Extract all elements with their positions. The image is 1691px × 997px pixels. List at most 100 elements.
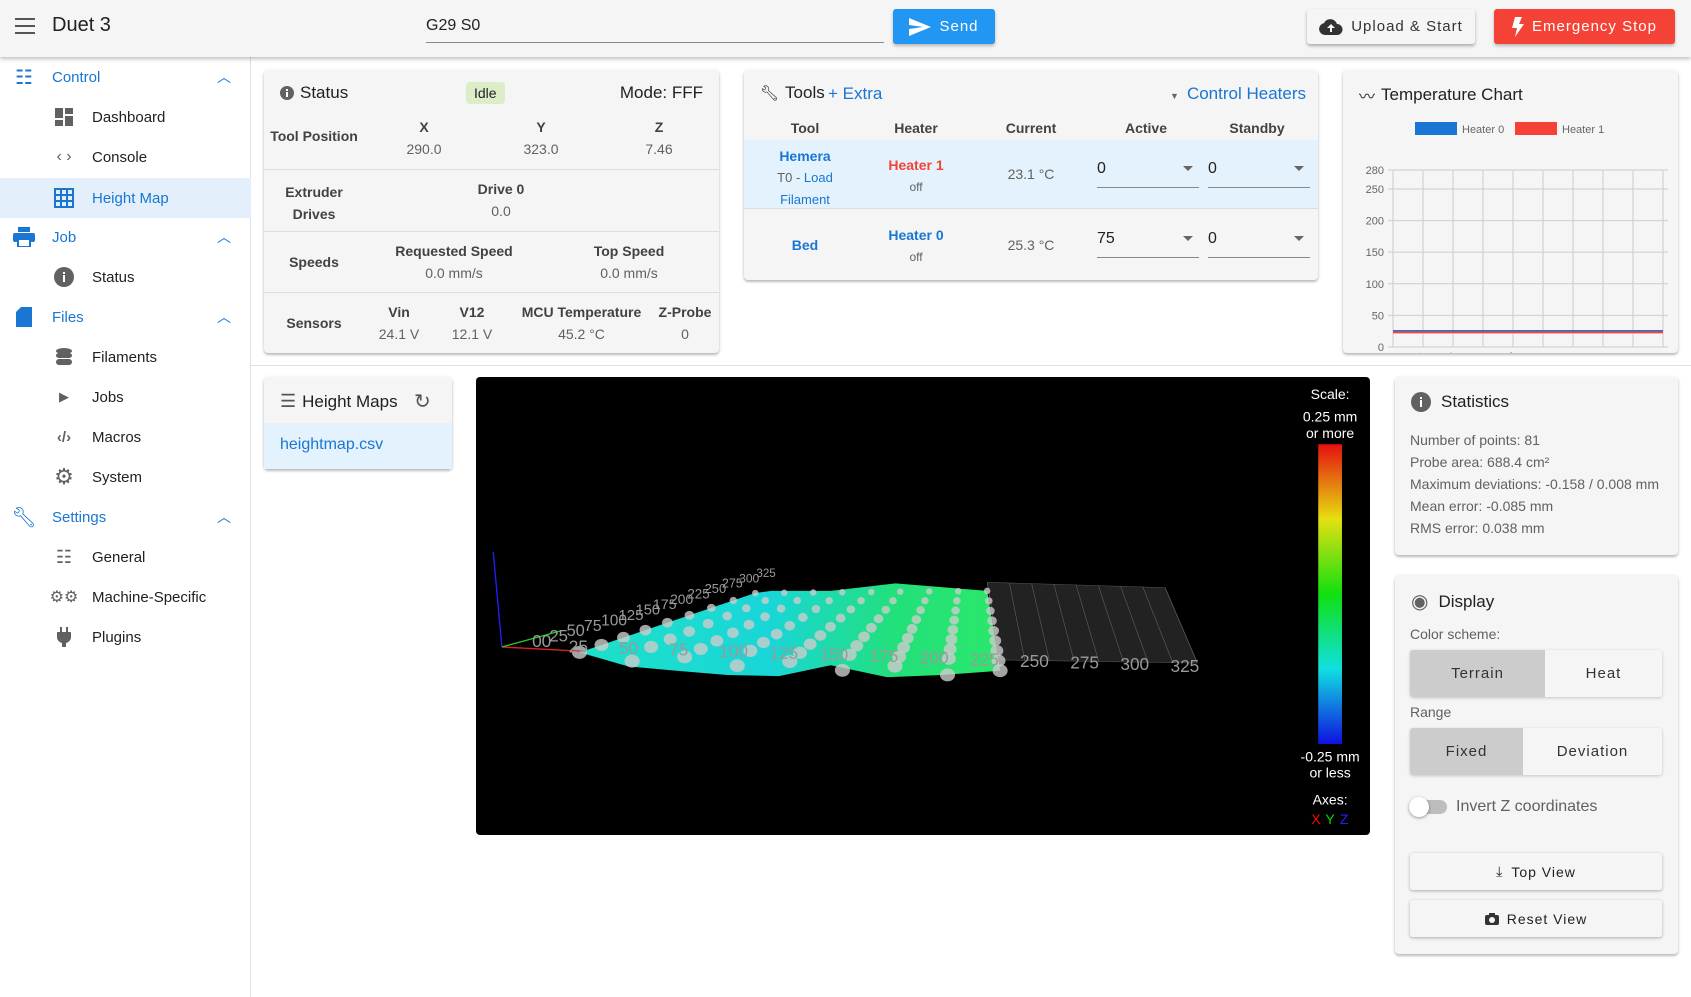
sidebar-item-macros[interactable]: ‹/› Macros	[0, 417, 251, 457]
heater-1-link[interactable]: Heater 1	[866, 154, 966, 176]
x-tick-label: 10:09	[1551, 351, 1579, 353]
x-tick-label: 10:11	[1612, 351, 1639, 353]
terrain-button[interactable]: Terrain	[1410, 650, 1545, 697]
sidebar-item-general[interactable]: ☷ General	[0, 537, 251, 577]
tool-name-bed[interactable]: Bed	[755, 237, 855, 253]
x-axis-label: 325	[1170, 656, 1199, 676]
probe-point	[760, 612, 770, 622]
display-title: ◉ Display	[1411, 591, 1495, 613]
heater-0-link[interactable]: Heater 0	[866, 224, 966, 246]
column-header-standby: Standby	[1229, 120, 1285, 136]
fixed-button[interactable]: Fixed	[1410, 728, 1523, 775]
command-input[interactable]: G29 S0	[426, 12, 884, 43]
eye-icon: ◉	[1411, 591, 1429, 613]
chevron-up-icon: ︿	[217, 229, 231, 245]
load-filament-link-2[interactable]: Filament	[755, 189, 855, 211]
sidebar-item-console[interactable]: ‹ › Console	[0, 137, 251, 177]
height-maps-card: ☰ Height Maps ↻ heightmap.csv	[264, 377, 452, 469]
table-row-bed: Bed Heater 0 off 25.3 °C 75 0	[744, 210, 1318, 280]
wrench-icon: 🔧︎	[11, 506, 37, 529]
refresh-icon[interactable]: ↻	[414, 389, 431, 414]
send-button[interactable]: Send	[893, 9, 995, 44]
probe-point	[906, 623, 918, 634]
sidebar-item-machine-specific[interactable]: ⚙⚙ Machine-Specific	[0, 577, 251, 617]
top-view-button[interactable]: ⤓ Top View	[1410, 853, 1662, 890]
info-icon	[280, 86, 294, 100]
standby-temp-select[interactable]: 0	[1208, 152, 1310, 188]
probe-point	[594, 638, 609, 652]
probe-point	[947, 624, 959, 635]
heightmap-file-item[interactable]: heightmap.csv	[264, 423, 452, 469]
standby-temp-select[interactable]: 0	[1208, 222, 1310, 258]
sidebar-item-jobs[interactable]: ▶ Jobs	[0, 377, 251, 417]
stat-points: Number of points: 81	[1410, 432, 1540, 448]
probe-point	[858, 631, 871, 643]
probe-point	[911, 614, 922, 624]
x-tick-label: 10:03	[1371, 351, 1399, 353]
axes-y: Y	[1325, 811, 1335, 827]
probe-point	[825, 621, 836, 632]
probe-point	[945, 634, 958, 645]
active-temp-select[interactable]: 0	[1097, 152, 1199, 188]
x-axis-label: 75	[669, 640, 688, 660]
deviation-button[interactable]: Deviation	[1523, 728, 1662, 775]
invert-z-toggle[interactable]	[1409, 797, 1447, 817]
sidebar-item-filaments[interactable]: Filaments	[0, 337, 251, 377]
probe-point	[939, 668, 956, 682]
x-tick-label: 10:06	[1461, 351, 1489, 353]
list-icon: ☰	[280, 391, 297, 411]
probe-point	[889, 597, 897, 605]
probe-point	[707, 603, 716, 612]
emergency-stop-button[interactable]: Emergency Stop	[1494, 9, 1675, 44]
reset-view-button[interactable]: Reset View	[1410, 900, 1662, 937]
heat-button[interactable]: Heat	[1545, 650, 1662, 697]
divider	[251, 365, 1691, 366]
y-axis-label: 25	[549, 627, 568, 646]
sidebar-item-status[interactable]: Status	[0, 257, 251, 297]
add-extra-button[interactable]: + Extra	[828, 84, 882, 104]
v12-sensor: V12 12.1 V	[451, 304, 493, 342]
sidebar-group-job[interactable]: Job ︿	[0, 217, 251, 257]
active-temp-select[interactable]: 75	[1097, 222, 1199, 258]
load-filament-link[interactable]: Load	[804, 170, 833, 185]
sidebar-item-dashboard[interactable]: Dashboard	[0, 97, 251, 137]
sd-card-icon	[12, 305, 36, 329]
probe-point	[986, 606, 995, 615]
probe-point	[835, 613, 846, 623]
caret-down-icon: ▼	[1170, 91, 1179, 101]
probe-point	[834, 663, 850, 677]
probe-point	[857, 597, 865, 605]
tools-card: 🔧︎ Tools + Extra ▼ Control Heaters Tool He…	[744, 70, 1318, 280]
probe-point	[846, 605, 856, 614]
top-app-bar: Duet 3 G29 S0 Send Upload & Start Emerge…	[0, 0, 1691, 57]
heater-cell: Heater 1 off	[866, 154, 966, 198]
control-heaters-button[interactable]: ▼ Control Heaters	[1170, 84, 1306, 104]
sidebar-group-settings[interactable]: 🔧︎ Settings ︿	[0, 497, 251, 537]
sidebar-group-control[interactable]: ☷ Control ︿	[0, 57, 251, 97]
code-icon: ‹ ›	[56, 148, 72, 165]
probe-point	[810, 589, 817, 596]
probe-point	[781, 589, 788, 597]
sidebar-group-files[interactable]: Files ︿	[0, 297, 251, 337]
x-tick-label: 10:07	[1491, 351, 1519, 353]
sensors-label: Sensors	[286, 315, 342, 331]
sidebar-item-system[interactable]: ⚙ System	[0, 457, 251, 497]
probe-point	[983, 587, 991, 595]
vin-sensor: Vin 24.1 V	[378, 304, 420, 342]
camera-icon	[1484, 912, 1499, 925]
sidebar-item-plugins[interactable]: Plugins	[0, 617, 251, 657]
x-axis-label: 300	[1120, 654, 1149, 674]
heightmap-3d-viewer[interactable]: 25 50 75 100 125 150 175 200 225 250 275 300 325 00 25…	[476, 377, 1370, 835]
menu-icon[interactable]	[15, 18, 35, 34]
sidebar-item-height-map[interactable]: Height Map	[0, 178, 251, 218]
statistics-card: Statistics Number of points: 81 Probe ar…	[1395, 377, 1678, 555]
probe-point	[949, 615, 960, 625]
probe-point	[752, 589, 759, 597]
stat-deviations: Maximum deviations: -0.158 / 0.008 mm	[1410, 476, 1659, 492]
tool-name-hemera[interactable]: Hemera	[755, 145, 855, 167]
probe-point	[954, 587, 962, 595]
probe-point	[988, 625, 1000, 636]
upload-start-button[interactable]: Upload & Start	[1307, 9, 1475, 44]
caret-down-icon	[1294, 236, 1304, 241]
display-card: ◉ Display Color scheme: Terrain Heat Rang…	[1395, 575, 1678, 954]
